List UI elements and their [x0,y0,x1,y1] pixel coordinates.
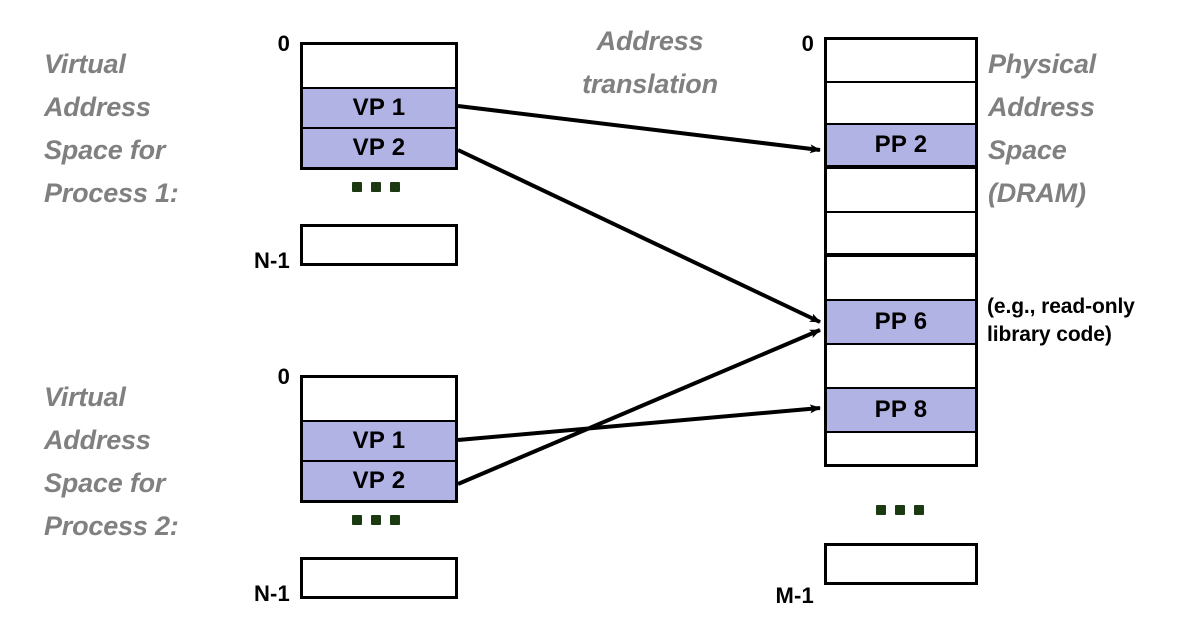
vas2-ellipsis [352,515,400,525]
virtual-address-space-2-box: VP 1 VP 2 [300,375,458,503]
vas1-ellipsis [352,182,400,192]
pas-cell-9 [827,433,975,464]
pas-cell-pp8-label: PP 8 [874,396,928,423]
vas1-last-cell [300,224,458,266]
pas-cell-3 [827,169,975,213]
pas-index-bottom: M-1 [775,583,814,608]
pas-cell-1 [827,83,975,125]
vas1-index-bottom: N-1 [253,248,290,273]
pas-cell-pp6: PP 6 [827,301,975,345]
pas-cell-5 [827,257,975,301]
caption-address-translation: Address translation [582,26,718,99]
vas1-cell-vp2-label: VP 2 [352,134,406,161]
arrow-p2-vp1-to-pp8 [457,404,821,442]
note-readonly-library-code: (e.g., read-only library code) [987,295,1135,346]
vas2-cell-vp1-label: VP 1 [352,427,406,454]
vas2-cell-0 [303,378,455,422]
vas1-cell-vp1: VP 1 [303,89,455,129]
vas2-last-cell [300,557,458,599]
vas2-cell-vp1: VP 1 [303,422,455,462]
pas-last-cell [824,543,978,585]
vas2-cell-vp2: VP 2 [303,462,455,500]
arrow-p1-vp2-to-pp6 [457,148,821,324]
physical-address-space-box: PP 2 PP 6 PP 8 [824,37,978,467]
arrow-p2-vp2-to-pp6 [457,328,821,486]
vas1-index-top: 0 [277,31,290,56]
pas-cell-pp2: PP 2 [827,125,975,169]
pas-cell-pp8: PP 8 [827,389,975,433]
caption-virtual-address-space-process-1: Virtual Address Space for Process 1: [44,49,179,208]
vas1-cell-0 [303,45,455,89]
caption-physical-address-space: Physical Address Space (DRAM) [988,49,1096,208]
vas2-index-bottom: N-1 [253,581,290,606]
vas2-index-top: 0 [277,364,290,389]
pas-cell-pp6-label: PP 6 [874,308,928,335]
pas-cell-pp2-label: PP 2 [874,131,928,158]
pas-cell-0 [827,40,975,83]
virtual-address-space-1-box: VP 1 VP 2 [300,42,458,170]
pas-index-top: 0 [801,31,814,56]
vas1-cell-vp1-label: VP 1 [352,94,406,121]
diagram-canvas: Virtual Address Space for Process 1: Add… [0,0,1198,618]
arrow-p1-vp1-to-pp2 [457,104,821,154]
vas1-cell-vp2: VP 2 [303,129,455,167]
pas-ellipsis [876,505,924,515]
pas-cell-4 [827,213,975,257]
pas-cell-7 [827,345,975,389]
vas2-cell-vp2-label: VP 2 [352,467,406,494]
caption-virtual-address-space-process-2: Virtual Address Space for Process 2: [44,382,179,541]
